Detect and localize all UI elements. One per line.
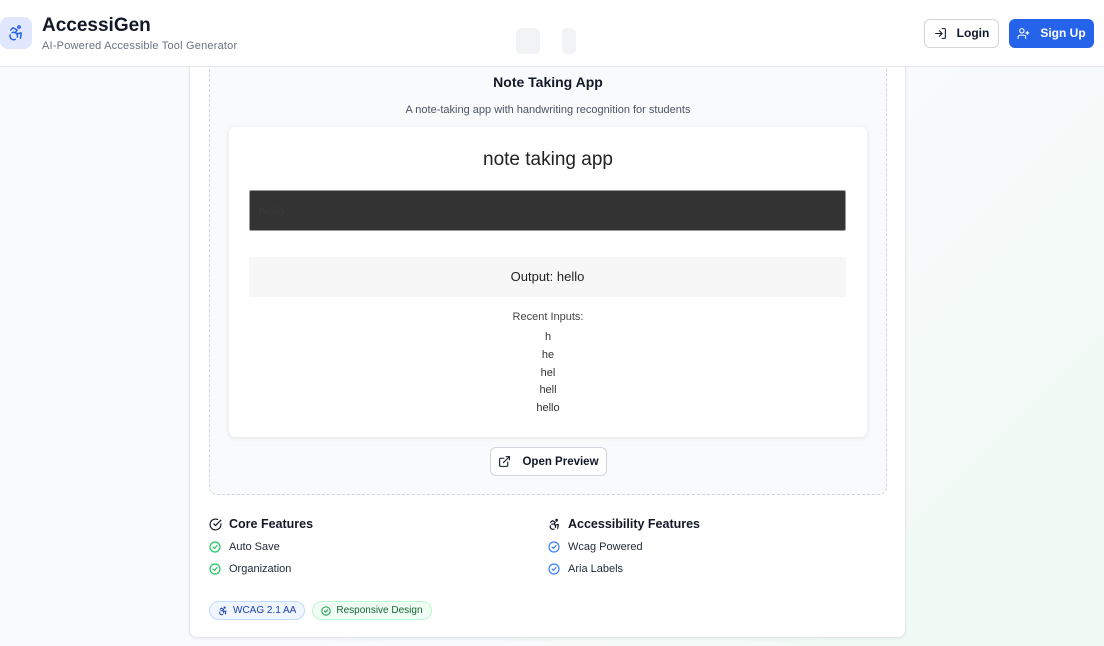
recent-inputs: Recent Inputs: h he hel hell hello <box>229 311 867 418</box>
app-heading: note taking app <box>483 149 613 170</box>
check-circle-icon <box>209 563 221 575</box>
core-features-title: Core Features <box>229 517 314 531</box>
top-header: AccessiGen AI-Powered Accessible Tool Ge… <box>0 0 1104 67</box>
check-circle-icon <box>321 605 332 616</box>
check-circle-icon <box>548 563 560 575</box>
accessibility-icon <box>548 518 561 531</box>
tool-card: Note Taking App A note-taking app with h… <box>189 40 906 638</box>
feature-label: Aria Labels <box>568 563 624 575</box>
feature-label: Wcag Powered <box>568 541 643 553</box>
accessibility-features-title: Accessibility Features <box>568 517 701 531</box>
smartphone-icon <box>562 28 576 54</box>
wcag-badge-label: WCAG 2.1 AA <box>233 605 297 616</box>
accessibility-icon <box>218 606 228 616</box>
open-preview-label: Open Preview <box>522 455 599 468</box>
faded-device-icons <box>516 28 576 54</box>
check-circle-icon <box>548 541 560 553</box>
recent-input-item: hell <box>539 384 557 397</box>
feature-label: Organization <box>229 563 292 575</box>
external-link-icon <box>498 455 511 468</box>
auth-actions: Login Sign Up <box>924 18 1094 48</box>
open-preview-button[interactable]: Open Preview <box>490 447 607 476</box>
feature-item: Auto Save <box>209 541 548 553</box>
preview-panel: Note Taking App A note-taking app with h… <box>209 41 887 495</box>
recent-input-item: he <box>541 348 555 361</box>
brand[interactable]: AccessiGen AI-Powered Accessible Tool Ge… <box>0 14 237 52</box>
preview-description: A note-taking app with handwriting recog… <box>405 104 691 116</box>
feature-item: Organization <box>209 563 548 575</box>
recent-input-item: hello <box>536 402 560 415</box>
core-features: Core Features Auto Save Organization <box>209 517 548 575</box>
note-input[interactable] <box>249 190 846 231</box>
preview-title: Note Taking App <box>493 74 603 90</box>
monitor-icon <box>516 28 540 54</box>
recent-inputs-label: Recent Inputs: <box>512 311 584 323</box>
signup-label: Sign Up <box>1040 26 1086 40</box>
responsive-badge: Responsive Design <box>312 601 432 620</box>
recent-input-item: hel <box>540 366 556 379</box>
accessibility-icon <box>0 17 32 49</box>
check-circle-icon <box>209 541 221 553</box>
login-button[interactable]: Login <box>924 18 999 48</box>
login-label: Login <box>956 26 990 40</box>
app-preview-frame: note taking app Output: hello Recent Inp… <box>229 127 867 437</box>
check-circle-icon <box>209 518 222 531</box>
feature-label: Auto Save <box>229 541 280 553</box>
user-plus-icon <box>1017 27 1030 40</box>
app-tagline: AI-Powered Accessible Tool Generator <box>42 40 238 52</box>
feature-item: Wcag Powered <box>548 541 887 553</box>
signup-button[interactable]: Sign Up <box>1009 18 1094 48</box>
badge-row: WCAG 2.1 AA Responsive Design <box>209 601 432 620</box>
core-features-heading: Core Features <box>209 517 548 531</box>
responsive-badge-label: Responsive Design <box>336 605 423 616</box>
app-name: AccessiGen <box>42 15 151 36</box>
accessibility-features-heading: Accessibility Features <box>548 517 887 531</box>
wcag-badge: WCAG 2.1 AA <box>209 601 306 620</box>
accessibility-features: Accessibility Features Wcag Powered Aria… <box>548 517 887 575</box>
login-icon <box>934 27 947 40</box>
feature-item: Aria Labels <box>548 563 887 575</box>
features-section: Core Features Auto Save Organization Acc… <box>209 517 887 575</box>
recent-input-item: h <box>544 331 552 343</box>
output-display: Output: hello <box>249 257 846 297</box>
